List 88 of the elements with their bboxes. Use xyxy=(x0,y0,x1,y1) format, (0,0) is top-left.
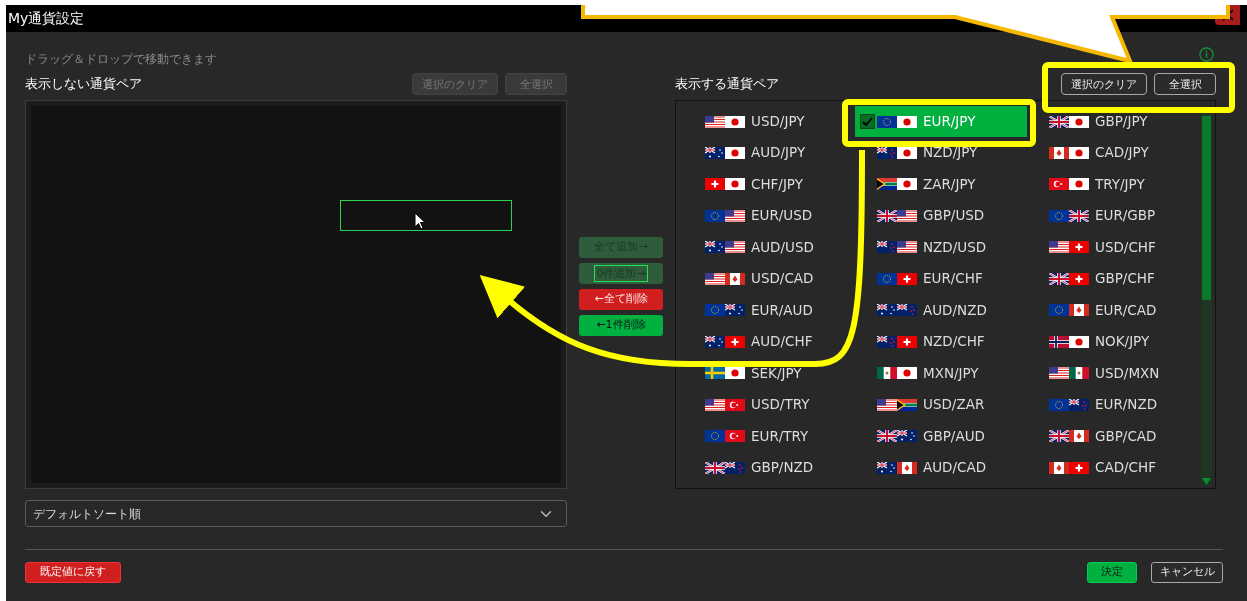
currency-pair-item[interactable]: USD/JPY xyxy=(683,106,855,137)
flags-icon xyxy=(877,178,917,190)
flags-icon xyxy=(1049,430,1089,442)
remove-all-button[interactable]: ←全て削除 xyxy=(579,289,663,310)
flags-icon xyxy=(705,209,745,222)
hint-text: ドラッグ＆ドロップで移動できます xyxy=(25,51,217,68)
flags-icon xyxy=(877,115,917,128)
currency-pair-item[interactable]: USD/CAD xyxy=(683,263,855,294)
flags-icon xyxy=(877,209,917,222)
flags-icon xyxy=(705,461,745,474)
currency-pair-item[interactable]: EUR/CAD xyxy=(1027,294,1199,326)
flags-icon xyxy=(705,178,745,190)
flags-icon xyxy=(1049,398,1089,411)
reset-button[interactable]: 既定値に戻す xyxy=(25,562,121,583)
flags-icon xyxy=(705,335,745,348)
currency-pair-item[interactable]: AUD/NZD xyxy=(855,294,1027,326)
flags-icon xyxy=(705,430,745,442)
flags-icon xyxy=(877,272,917,285)
currency-pair-item[interactable]: GBP/AUD xyxy=(855,420,1027,452)
currency-pair-item[interactable]: AUD/CAD xyxy=(855,452,1027,483)
flags-icon xyxy=(877,430,917,442)
currency-pair-item[interactable]: EUR/NZD xyxy=(1027,389,1199,420)
currency-pair-item[interactable]: SEK/JPY xyxy=(683,357,855,389)
currency-pair-item[interactable]: AUD/USD xyxy=(683,231,855,263)
flags-icon xyxy=(705,367,745,379)
flags-icon xyxy=(877,398,917,411)
flags-icon xyxy=(1049,146,1089,159)
currency-pair-item[interactable]: USD/TRY xyxy=(683,389,855,420)
currency-pair-item[interactable]: AUD/JPY xyxy=(683,137,855,168)
window-title: My通貨設定 xyxy=(7,9,85,28)
currency-pair-item[interactable]: TRY/JPY xyxy=(1027,168,1199,200)
flags-icon xyxy=(705,272,745,285)
flags-icon xyxy=(705,115,745,128)
currency-pair-item[interactable]: EUR/AUD xyxy=(683,294,855,326)
flags-icon xyxy=(1049,304,1089,316)
currency-pair-item[interactable]: EUR/TRY xyxy=(683,420,855,452)
flags-icon xyxy=(1049,209,1089,222)
flags-icon xyxy=(1049,115,1089,128)
flags-icon xyxy=(1049,461,1089,474)
checkbox[interactable] xyxy=(860,114,875,129)
clear-selection-button[interactable]: 選択のクリア xyxy=(1061,73,1147,95)
currency-pair-item[interactable]: GBP/USD xyxy=(855,200,1027,231)
sort-dropdown[interactable]: デフォルトソート順 xyxy=(25,500,567,527)
currency-pair-item[interactable]: NZD/CHF xyxy=(855,326,1027,357)
currency-pair-item[interactable]: AUD/CHF xyxy=(683,326,855,357)
flags-icon xyxy=(877,241,917,253)
flags-icon xyxy=(877,461,917,474)
flags-icon xyxy=(877,367,917,379)
flags-icon xyxy=(1049,367,1089,379)
remove-one-button[interactable]: ←1件削除 xyxy=(579,315,663,336)
currency-pair-item[interactable]: CAD/JPY xyxy=(1027,137,1199,168)
currency-pair-item[interactable]: GBP/CAD xyxy=(1027,420,1199,452)
cancel-button[interactable]: キャンセル xyxy=(1151,562,1223,583)
scrollbar-thumb[interactable] xyxy=(1202,116,1211,300)
flags-icon xyxy=(1049,241,1089,253)
currency-pair-item[interactable]: NZD/JPY xyxy=(855,137,1027,168)
currency-pair-item[interactable]: EUR/CHF xyxy=(855,263,1027,294)
flags-icon xyxy=(877,146,917,159)
cursor-icon xyxy=(414,212,426,230)
flags-icon xyxy=(877,335,917,348)
flags-icon xyxy=(705,241,745,253)
scroll-down-icon[interactable] xyxy=(1202,478,1211,485)
info-icon[interactable] xyxy=(1199,46,1214,62)
currency-pair-item[interactable]: EUR/GBP xyxy=(1027,200,1199,231)
currency-pair-item[interactable]: GBP/NZD xyxy=(683,452,855,483)
currency-pair-item[interactable]: CHF/JPY xyxy=(683,168,855,200)
flags-icon xyxy=(1049,178,1089,190)
currency-pair-item[interactable]: USD/ZAR xyxy=(855,389,1027,420)
currency-pair-item[interactable]: EUR/USD xyxy=(683,200,855,231)
currency-pair-item[interactable]: NZD/USD xyxy=(855,231,1027,263)
currency-pair-item[interactable]: NOK/JPY xyxy=(1027,326,1199,357)
flags-icon xyxy=(877,304,917,316)
currency-pair-item[interactable]: ZAR/JPY xyxy=(855,168,1027,200)
flags-icon xyxy=(1049,272,1089,285)
panel-title: 表示しない通貨ペア xyxy=(25,75,142,94)
currency-pair-item[interactable]: CAD/CHF xyxy=(1027,452,1199,483)
flags-icon xyxy=(705,304,745,316)
currency-pair-item[interactable]: USD/CHF xyxy=(1027,231,1199,263)
currency-pair-item[interactable]: GBP/JPY xyxy=(1027,106,1199,137)
flags-icon xyxy=(705,398,745,411)
select-all-button[interactable]: 全選択 xyxy=(1154,73,1216,95)
panel-title: 表示する通貨ペア xyxy=(675,75,779,94)
currency-pair-item[interactable]: USD/MXN xyxy=(1027,357,1199,389)
currency-pair-item[interactable]: MXN/JPY xyxy=(855,357,1027,389)
currency-pair-item[interactable]: GBP/CHF xyxy=(1027,263,1199,294)
flags-icon xyxy=(705,146,745,159)
ok-button[interactable]: 決定 xyxy=(1087,562,1137,583)
flags-icon xyxy=(1049,335,1089,348)
